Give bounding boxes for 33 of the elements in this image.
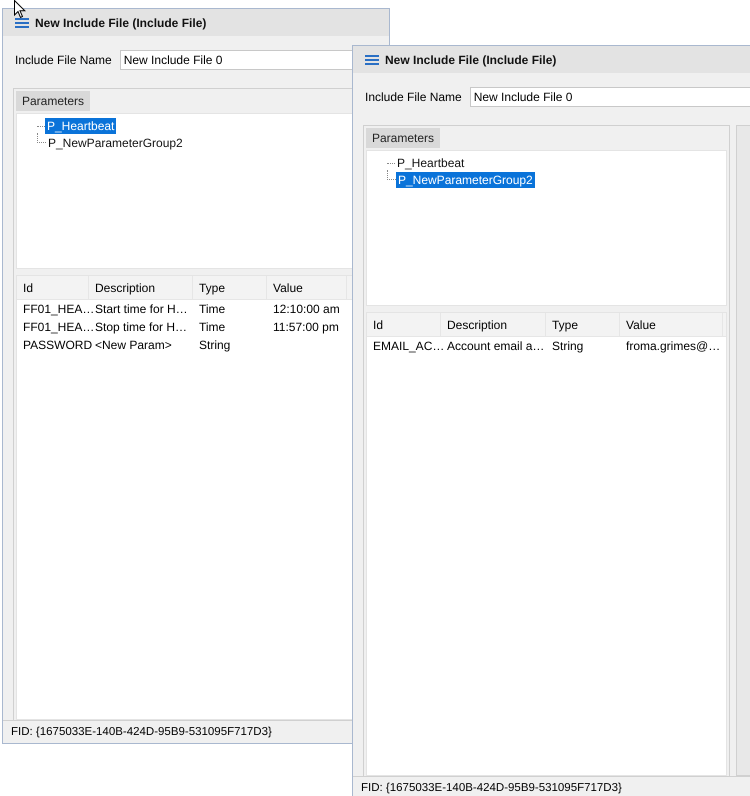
parameters-tab[interactable]: Parameters — [366, 128, 440, 148]
status-bar: FID: {1675033E-140B-424D-95B9-531095F717D3} — [353, 776, 750, 796]
menu-icon[interactable] — [15, 18, 29, 28]
column-header[interactable]: Id — [367, 313, 441, 336]
tree-item[interactable]: P_NewParameterGroup2 — [396, 172, 535, 188]
column-header[interactable]: Description — [441, 313, 546, 336]
table-cell-text: PASSWORD — [22, 337, 89, 354]
cursor-icon — [14, 0, 26, 19]
table-cell-text: Account email a… — [446, 338, 546, 355]
table-cell-text: EMAIL_AC… — [372, 338, 441, 355]
menu-icon[interactable] — [365, 54, 379, 64]
table-cell-text: String — [551, 338, 584, 355]
table-cell-text: String — [198, 337, 232, 354]
column-header[interactable]: Type — [193, 276, 267, 299]
table-cell-text: Time — [198, 301, 226, 318]
table-cell-text: Time — [198, 319, 226, 336]
column-header[interactable]: Value — [267, 276, 347, 299]
tree-item[interactable]: P_Heartbeat — [395, 154, 466, 170]
window-title: New Include File (Include File) — [35, 16, 206, 30]
field-label: Include File Name — [15, 53, 112, 67]
tree-item[interactable]: P_NewParameterGroup2 — [46, 134, 185, 150]
parameters-tab[interactable]: Parameters — [16, 91, 90, 111]
column-header[interactable]: Id — [17, 276, 89, 299]
table-cell-text: 11:57:00 pm — [272, 319, 340, 336]
tree-item[interactable]: P_Heartbeat — [45, 118, 116, 134]
column-header[interactable]: Value — [620, 313, 723, 336]
field-label: Include File Name — [365, 90, 462, 104]
column-header[interactable]: Type — [546, 313, 620, 336]
table-cell-text: <New Param> — [94, 337, 173, 354]
column-header[interactable]: Description — [89, 276, 193, 299]
table-cell-text: froma.grimes@… — [625, 338, 722, 355]
name-field[interactable]: New Include File 0 — [470, 87, 750, 107]
table-cell-text: 12:10:00 am — [272, 301, 341, 318]
